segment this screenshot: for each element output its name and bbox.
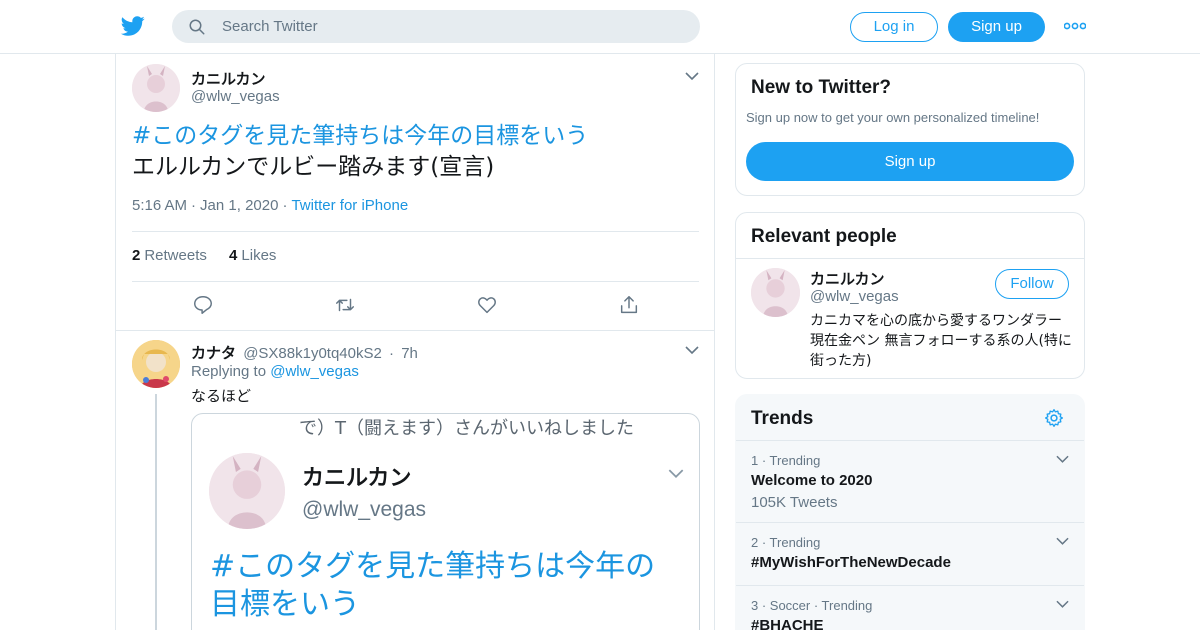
divider (116, 330, 714, 331)
tweet-date[interactable]: Jan 1, 2020 (200, 197, 278, 214)
retweets-stat[interactable]: 2 Retweets (132, 247, 207, 264)
avatar-illustration (209, 453, 285, 529)
embedded-image[interactable]: で）T（闘えます）さんがいいねしました カニルカン @wlw_vegas #この… (191, 413, 700, 630)
divider (132, 231, 699, 232)
retweets-label: Retweets (144, 247, 207, 264)
card-title: New to Twitter? (751, 77, 892, 98)
author-handle[interactable]: @wlw_vegas (191, 88, 280, 105)
chevron-down-icon (668, 469, 684, 479)
divider (132, 281, 699, 282)
tweet-stats: 2 Retweets 4 Likes (132, 247, 294, 264)
replying-to-prefix: Replying to (191, 363, 267, 380)
tweet-body: エルルカンでルビー踏みます(宣言) (132, 154, 495, 180)
tweet-metadata: 5:16 AM · Jan 1, 2020 · Twitter for iPhone (132, 197, 409, 214)
embedded-author-handle: @wlw_vegas (302, 498, 427, 521)
tweet-source[interactable]: Twitter for iPhone (291, 197, 408, 214)
avatar[interactable] (132, 340, 180, 388)
chevron-down-icon[interactable] (685, 346, 699, 355)
trend-meta: 2 · Trending (751, 535, 821, 550)
retweets-count: 2 (132, 247, 141, 264)
relevant-people-card: Relevant people カニルカン @wlw_vegas Follow … (735, 212, 1085, 379)
person-name[interactable]: カニルカン (810, 268, 885, 289)
card-title: Relevant people (751, 226, 897, 247)
top-navigation-bar: Log in Sign up (0, 0, 1200, 54)
chevron-down-icon[interactable] (1056, 600, 1069, 609)
author-name[interactable]: カニルカン (191, 68, 266, 89)
avatar[interactable] (751, 268, 800, 317)
card-title: Trends (751, 408, 814, 429)
tweet-column: カニルカン @wlw_vegas #このタグを見た筆持ちは今年の目標をいう エル… (115, 54, 715, 630)
reply-author-handle[interactable]: @SX88k1y0tq40kS2 (243, 345, 382, 362)
share-icon[interactable] (618, 294, 640, 316)
likes-count: 4 (229, 247, 238, 264)
chevron-down-icon[interactable] (685, 72, 699, 81)
chevron-down-icon[interactable] (1056, 455, 1069, 464)
like-icon[interactable] (476, 294, 498, 316)
retweet-icon[interactable] (334, 294, 356, 316)
trend-meta: 3 · Soccer · Trending (751, 598, 873, 613)
avatar[interactable] (132, 64, 180, 112)
reply-author-name[interactable]: カナタ (191, 345, 236, 362)
embedded-avatar (209, 453, 285, 529)
reply-icon[interactable] (192, 294, 214, 316)
search-box[interactable] (172, 10, 700, 43)
tweet-actions (192, 294, 652, 318)
trend-meta: 1 · Trending (751, 453, 821, 468)
embedded-notification-text: で）T（闘えます）さんがいいねしました (299, 418, 634, 439)
twitter-bird-icon[interactable] (120, 14, 146, 38)
login-button[interactable]: Log in (850, 12, 938, 42)
person-handle[interactable]: @wlw_vegas (810, 288, 899, 305)
tweet-time[interactable]: 5:16 AM (132, 197, 187, 214)
trend-name: #BHACHE (751, 617, 824, 630)
embedded-author-name: カニルカン (302, 466, 412, 491)
reply-text: なるほど (191, 387, 252, 405)
chevron-down-icon[interactable] (1056, 537, 1069, 546)
divider (736, 258, 1084, 259)
trend-count: 105K Tweets (751, 494, 838, 511)
avatar-illustration (132, 340, 180, 388)
avatar-illustration (751, 268, 800, 317)
more-options-icon[interactable] (1064, 20, 1086, 32)
reply-age[interactable]: 7h (401, 345, 418, 362)
trend-name: Welcome to 2020 (751, 472, 873, 489)
new-to-twitter-card: New to Twitter? Sign up now to get your … (735, 63, 1085, 196)
trend-item[interactable]: 3 · Soccer · Trending #BHACHE (736, 585, 1084, 630)
tweet-text: #このタグを見た筆持ちは今年の目標をいう エルルカンでルビー踏みます(宣言) (132, 121, 702, 183)
trend-name: #MyWishForTheNewDecade (751, 554, 951, 571)
person-bio: カニカマを心の底から愛するワンダラー 現在金ペン 無言フォローする系の人(特に街… (810, 313, 1072, 369)
likes-stat[interactable]: 4 Likes (229, 247, 276, 264)
follow-button[interactable]: Follow (995, 269, 1069, 299)
thread-line (155, 394, 157, 630)
trend-item[interactable]: 2 · Trending #MyWishForTheNewDecade (736, 522, 1084, 585)
search-input[interactable] (222, 10, 682, 43)
search-icon (189, 19, 205, 35)
replying-to-handle[interactable]: @wlw_vegas (270, 363, 359, 380)
gear-icon[interactable] (1044, 408, 1064, 428)
embedded-hashtag-text: #このタグを見た筆持ちは今年の目標をいう (210, 549, 656, 622)
card-subtitle: Sign up now to get your own personalized… (746, 110, 1040, 125)
hashtag-link[interactable]: #このタグを見た筆持ちは今年の目標をいう (132, 121, 702, 152)
signup-button[interactable]: Sign up (948, 12, 1045, 42)
reply-header: カナタ @SX88k1y0tq40kS2 · 7h (191, 345, 418, 362)
trends-card: Trends 1 · Trending Welcome to 2020 105K… (735, 394, 1085, 630)
trend-item[interactable]: 1 · Trending Welcome to 2020 105K Tweets (736, 440, 1084, 522)
likes-label: Likes (241, 247, 277, 264)
avatar-illustration (132, 64, 180, 112)
replying-to: Replying to @wlw_vegas (191, 363, 359, 380)
signup-button[interactable]: Sign up (746, 142, 1074, 181)
